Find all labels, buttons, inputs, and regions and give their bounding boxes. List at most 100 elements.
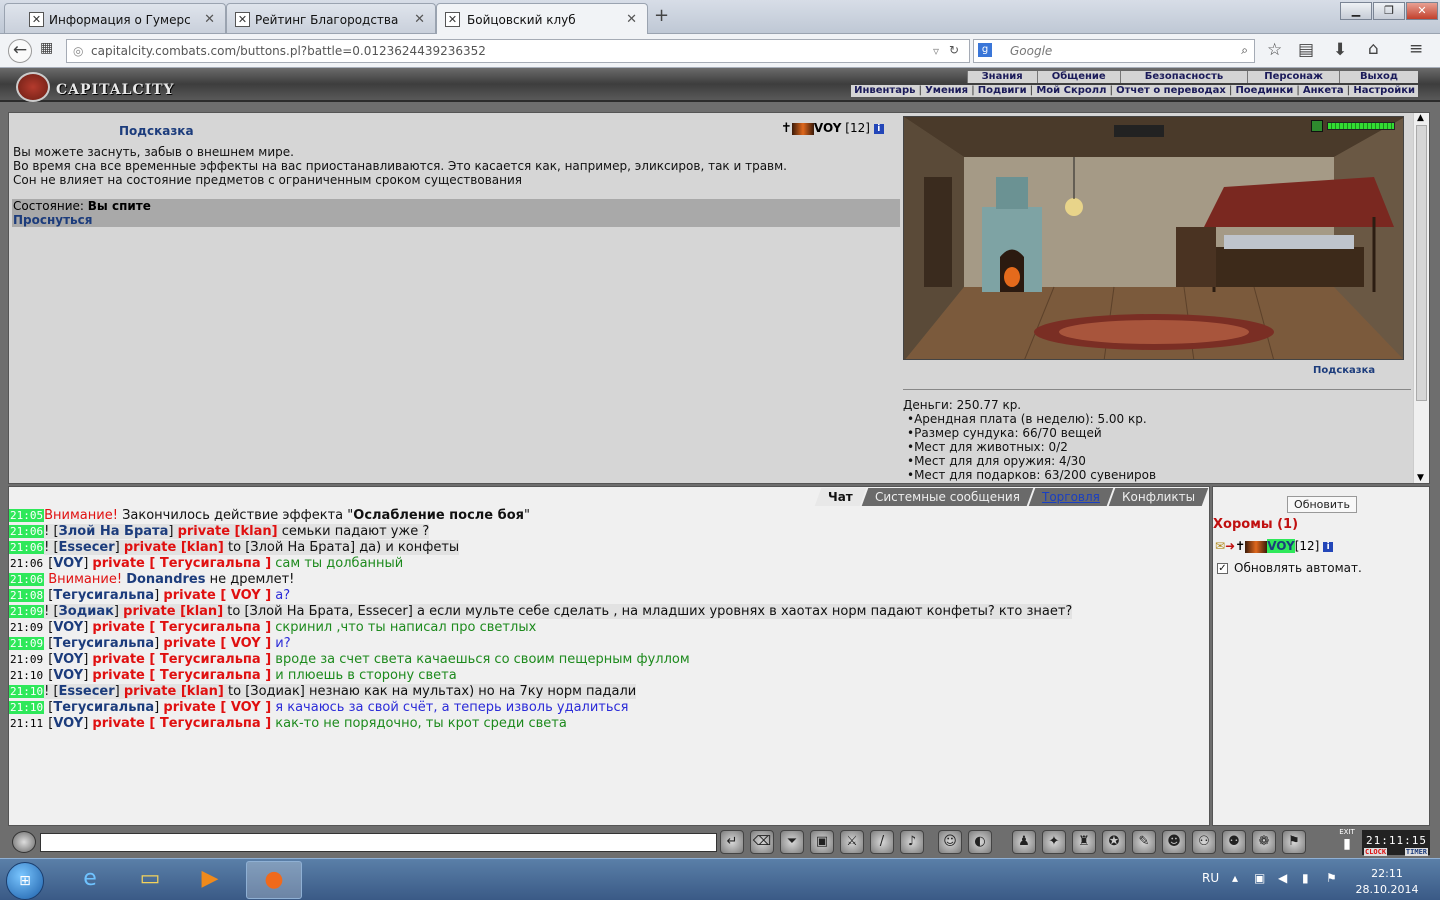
- sender-nick[interactable]: VOY: [53, 556, 83, 571]
- submenu-item-battles[interactable]: Поединки: [1232, 85, 1296, 97]
- exit-icon[interactable]: EXIT ▮: [1336, 828, 1358, 856]
- hint-link-secondary[interactable]: Подсказка: [1313, 365, 1375, 376]
- private-tag[interactable]: private [klan]: [124, 540, 224, 555]
- message-time[interactable]: 21:06: [9, 557, 44, 570]
- room-scene-image[interactable]: [903, 116, 1404, 360]
- message-time[interactable]: 21:10: [9, 669, 44, 682]
- menu-item-security[interactable]: Безопасность: [1119, 71, 1248, 83]
- sender-nick[interactable]: Злой На Брата: [59, 524, 169, 539]
- refresh-button[interactable]: Обновить: [1287, 496, 1357, 513]
- bag-icon[interactable]: ♜: [1072, 830, 1096, 854]
- menu-item-exit[interactable]: Выход: [1338, 71, 1418, 83]
- sender-nick[interactable]: Essecer: [59, 684, 115, 699]
- submenu-item-transfers[interactable]: Отчет о переводах: [1113, 85, 1229, 97]
- restore-icon[interactable]: ❐: [1373, 2, 1405, 20]
- submenu-item-skills[interactable]: Умения: [922, 85, 971, 97]
- message-time[interactable]: 21:10: [9, 701, 45, 714]
- system-clock[interactable]: 22:11 28.10.2014: [1352, 866, 1422, 898]
- user-name[interactable]: VOY: [814, 121, 842, 135]
- submenu-item-feats[interactable]: Подвиги: [975, 85, 1030, 97]
- home-icon[interactable]: ⌂: [1368, 39, 1379, 59]
- friends-icon[interactable]: ☻: [1162, 830, 1186, 854]
- scroll-up-icon[interactable]: ▲: [1417, 113, 1424, 123]
- private-tag[interactable]: private [klan]: [178, 524, 278, 539]
- flag-icon[interactable]: ⚑: [1282, 830, 1306, 854]
- group-icon[interactable]: ❁: [1252, 830, 1276, 854]
- private-tag[interactable]: private [ VOY ]: [163, 636, 271, 651]
- translit-icon[interactable]: /: [870, 830, 894, 854]
- close-tab-icon[interactable]: ✕: [204, 12, 215, 27]
- menu-icon[interactable]: ≡: [1409, 39, 1423, 59]
- sender-nick[interactable]: Тегусигальпа: [53, 636, 154, 651]
- message-time[interactable]: 21:11: [9, 717, 44, 730]
- download-icon[interactable]: ⬇: [1333, 40, 1347, 60]
- file-explorer-icon[interactable]: ▭: [122, 861, 178, 899]
- auto-refresh-checkbox[interactable]: ✓: [1217, 563, 1228, 574]
- minimize-icon[interactable]: ▁: [1340, 2, 1372, 20]
- browser-tab-1[interactable]: ✕ Информация о Гумерс ✕: [4, 3, 226, 33]
- firefox-icon[interactable]: ●: [246, 861, 302, 899]
- search-icon[interactable]: ⌕: [1241, 43, 1248, 58]
- close-window-icon[interactable]: ✕: [1406, 2, 1438, 20]
- character-icon[interactable]: ♟: [1012, 830, 1036, 854]
- submenu-item-inventory[interactable]: Инвентарь: [851, 85, 918, 97]
- treasure-icon[interactable]: ✪: [1102, 830, 1126, 854]
- internet-explorer-icon[interactable]: e: [62, 861, 118, 899]
- game-logo[interactable]: CAPITALCITY: [56, 82, 175, 98]
- private-tag[interactable]: private [ Тегусигальпа ]: [92, 620, 271, 635]
- message-time[interactable]: 21:05: [9, 509, 45, 522]
- message-time[interactable]: 21:06: [9, 541, 45, 554]
- sender-nick[interactable]: Тегусигальпа: [53, 588, 154, 603]
- online-user-name[interactable]: VOY: [1267, 539, 1295, 553]
- online-user-row[interactable]: ✉➜✝ VOY[12] i: [1215, 539, 1334, 553]
- menu-item-knowledge[interactable]: Знания: [966, 71, 1037, 83]
- tab-trade[interactable]: Торговля: [1028, 488, 1114, 506]
- room-scrollbar[interactable]: ▲ ▼: [1413, 113, 1429, 483]
- magic-icon[interactable]: ✦: [1042, 830, 1066, 854]
- message-time[interactable]: 21:09: [9, 605, 45, 618]
- browser-tab-3[interactable]: ✕ Бойцовский клуб ✕: [436, 3, 648, 34]
- private-tag[interactable]: private [klan]: [123, 604, 223, 619]
- sender-nick[interactable]: Зодиак: [59, 604, 114, 619]
- scroll-down-icon[interactable]: ▼: [1417, 473, 1424, 483]
- sender-nick[interactable]: Тегусигальпа: [53, 700, 154, 715]
- close-tab-icon[interactable]: ✕: [626, 12, 637, 27]
- hint-link[interactable]: Подсказка: [119, 124, 194, 138]
- info-icon[interactable]: i: [1323, 541, 1334, 552]
- helmet-icon[interactable]: ◐: [968, 830, 992, 854]
- bookmarks-grid-icon[interactable]: ▦: [40, 40, 53, 56]
- dropdown-icon[interactable]: ▿: [933, 44, 939, 58]
- language-indicator[interactable]: RU: [1202, 871, 1219, 885]
- quest-icon[interactable]: ✎: [1132, 830, 1156, 854]
- private-tag[interactable]: private [ Тегусигальпа ]: [92, 716, 271, 731]
- tab-system-messages[interactable]: Системные сообщения: [861, 488, 1034, 506]
- filter-icon[interactable]: ⏷: [780, 830, 804, 854]
- browser-tab-2[interactable]: ✕ Рейтинг Благородства ✕: [226, 3, 436, 33]
- private-tag[interactable]: private [ VOY ]: [163, 588, 271, 603]
- send-icon[interactable]: ↵: [720, 830, 744, 854]
- save-log-icon[interactable]: ▣: [810, 830, 834, 854]
- private-message-icon[interactable]: ✉: [1215, 539, 1225, 553]
- tray-device-icon[interactable]: ▣: [1254, 871, 1265, 885]
- clear-icon[interactable]: ⌫: [750, 830, 774, 854]
- message-time[interactable]: 21:08: [9, 589, 45, 602]
- bookmark-star-icon[interactable]: ☆: [1267, 40, 1282, 60]
- message-time[interactable]: 21:10: [9, 685, 45, 698]
- sound-icon[interactable]: ♪: [900, 830, 924, 854]
- back-icon[interactable]: ←: [8, 39, 32, 63]
- wake-up-link[interactable]: Проснуться: [13, 213, 900, 227]
- message-time[interactable]: 21:06: [9, 525, 45, 538]
- menu-item-social[interactable]: Общение: [1036, 71, 1120, 83]
- tab-conflicts[interactable]: Конфликты: [1108, 488, 1209, 506]
- smile-icon[interactable]: ☺: [938, 830, 962, 854]
- sender-nick[interactable]: Essecer: [59, 540, 115, 555]
- new-tab-icon[interactable]: +: [654, 5, 669, 26]
- private-tag[interactable]: private [klan]: [124, 684, 224, 699]
- submenu-item-my-scroll[interactable]: Мой Скролл: [1033, 85, 1109, 97]
- message-time[interactable]: 21:09: [9, 653, 44, 666]
- chat-input[interactable]: [40, 833, 717, 852]
- action-center-flag-icon[interactable]: ⚑: [1326, 871, 1337, 885]
- private-tag[interactable]: private [ VOY ]: [163, 700, 271, 715]
- sender-nick[interactable]: VOY: [53, 668, 83, 683]
- private-tag[interactable]: private [ Тегусигальпа ]: [92, 652, 271, 667]
